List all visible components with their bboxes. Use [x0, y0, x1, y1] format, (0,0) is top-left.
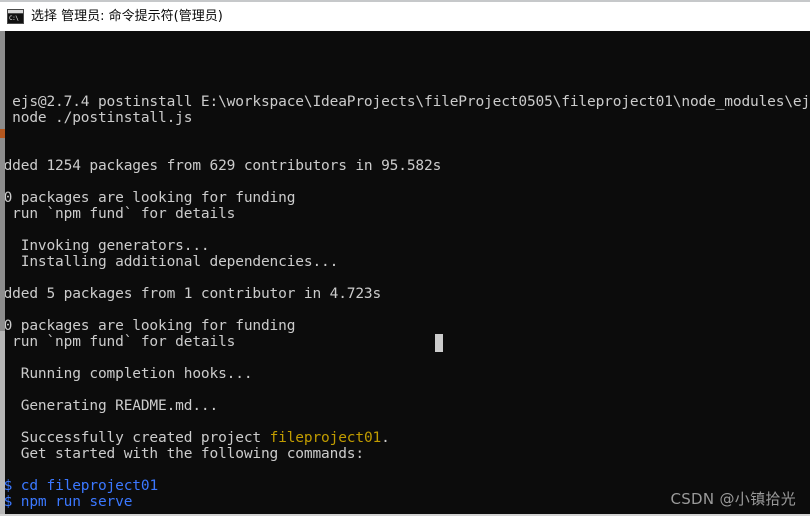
terminal-line: ◈ Get started with the following command…	[0, 446, 810, 462]
vertical-scrollbar[interactable]	[0, 31, 5, 514]
terminal-line: added 5 packages from 1 contributor in 4…	[0, 286, 810, 302]
terminal-output-area[interactable]: > ejs@2.7.4 postinstall E:\workspace\Ide…	[0, 31, 810, 514]
terminal-line: > node ./postinstall.js	[0, 110, 810, 126]
window-titlebar[interactable]: C:\ 选择 管理员: 命令提示符(管理员)	[0, 0, 810, 31]
scrollbar-thumb[interactable]	[0, 31, 5, 331]
terminal-text-span: .	[381, 430, 390, 446]
terminal-line: added 1254 packages from 629 contributor…	[0, 158, 810, 174]
icon-prompt-text: C:\	[8, 14, 23, 23]
scrollbar-find-marker	[0, 129, 5, 138]
terminal-screen: > ejs@2.7.4 postinstall E:\workspace\Ide…	[0, 62, 810, 514]
terminal-text-span: ◈ Generating README.md...	[0, 398, 219, 414]
terminal-text-span: ◈ Get started with the following command…	[0, 446, 364, 462]
cmd-console-icon: C:\	[7, 9, 24, 24]
terminal-text-span: added 5 packages from 1 contributor in 4…	[0, 286, 382, 302]
terminal-text-span: fileproject01	[269, 430, 382, 446]
terminal-text-span: ◈ Installing additional dependencies...	[0, 254, 339, 270]
cmd-terminal-window: C:\ 选择 管理员: 命令提示符(管理员) > ejs@2.7.4 posti…	[0, 0, 810, 516]
terminal-text-span: □ Running completion hooks...	[0, 366, 253, 382]
terminal-text-span: > ejs@2.7.4 postinstall E:\workspace\Ide…	[0, 94, 810, 110]
terminal-text-span: 90 packages are looking for funding	[0, 190, 296, 206]
terminal-text-span: > node ./postinstall.js	[0, 110, 193, 126]
terminal-line: run `npm fund` for details	[0, 206, 810, 222]
terminal-line: run `npm fund` for details	[0, 334, 810, 350]
terminal-text-span: 90 packages are looking for funding	[0, 318, 296, 334]
terminal-line: ◈ Successfully created project fileproje…	[0, 430, 810, 446]
terminal-text-span: npm run serve	[20, 494, 133, 510]
terminal-text-span: run `npm fund` for details	[0, 334, 236, 350]
terminal-line: 90 packages are looking for funding	[0, 190, 810, 206]
terminal-line: 90 packages are looking for funding	[0, 318, 810, 334]
terminal-line: □ Running completion hooks...	[0, 366, 810, 382]
terminal-line: > ejs@2.7.4 postinstall E:\workspace\Ide…	[0, 94, 810, 110]
terminal-text-span: ◈ Successfully created project	[0, 430, 270, 446]
terminal-text-span: run `npm fund` for details	[0, 206, 236, 222]
terminal-text-span: added 1254 packages from 629 contributor…	[0, 158, 442, 174]
terminal-block-cursor	[435, 334, 443, 352]
terminal-line: ◈ Invoking generators...	[0, 238, 810, 254]
terminal-line: ◈ Generating README.md...	[0, 398, 810, 414]
terminal-text-span: cd fileproject01	[20, 478, 159, 494]
csdn-watermark: CSDN @小镇拾光	[670, 490, 796, 508]
terminal-line: ◈ Installing additional dependencies...	[0, 254, 810, 270]
window-title-text: 选择 管理员: 命令提示符(管理员)	[31, 8, 223, 24]
terminal-text-span: ◈ Invoking generators...	[0, 238, 210, 254]
